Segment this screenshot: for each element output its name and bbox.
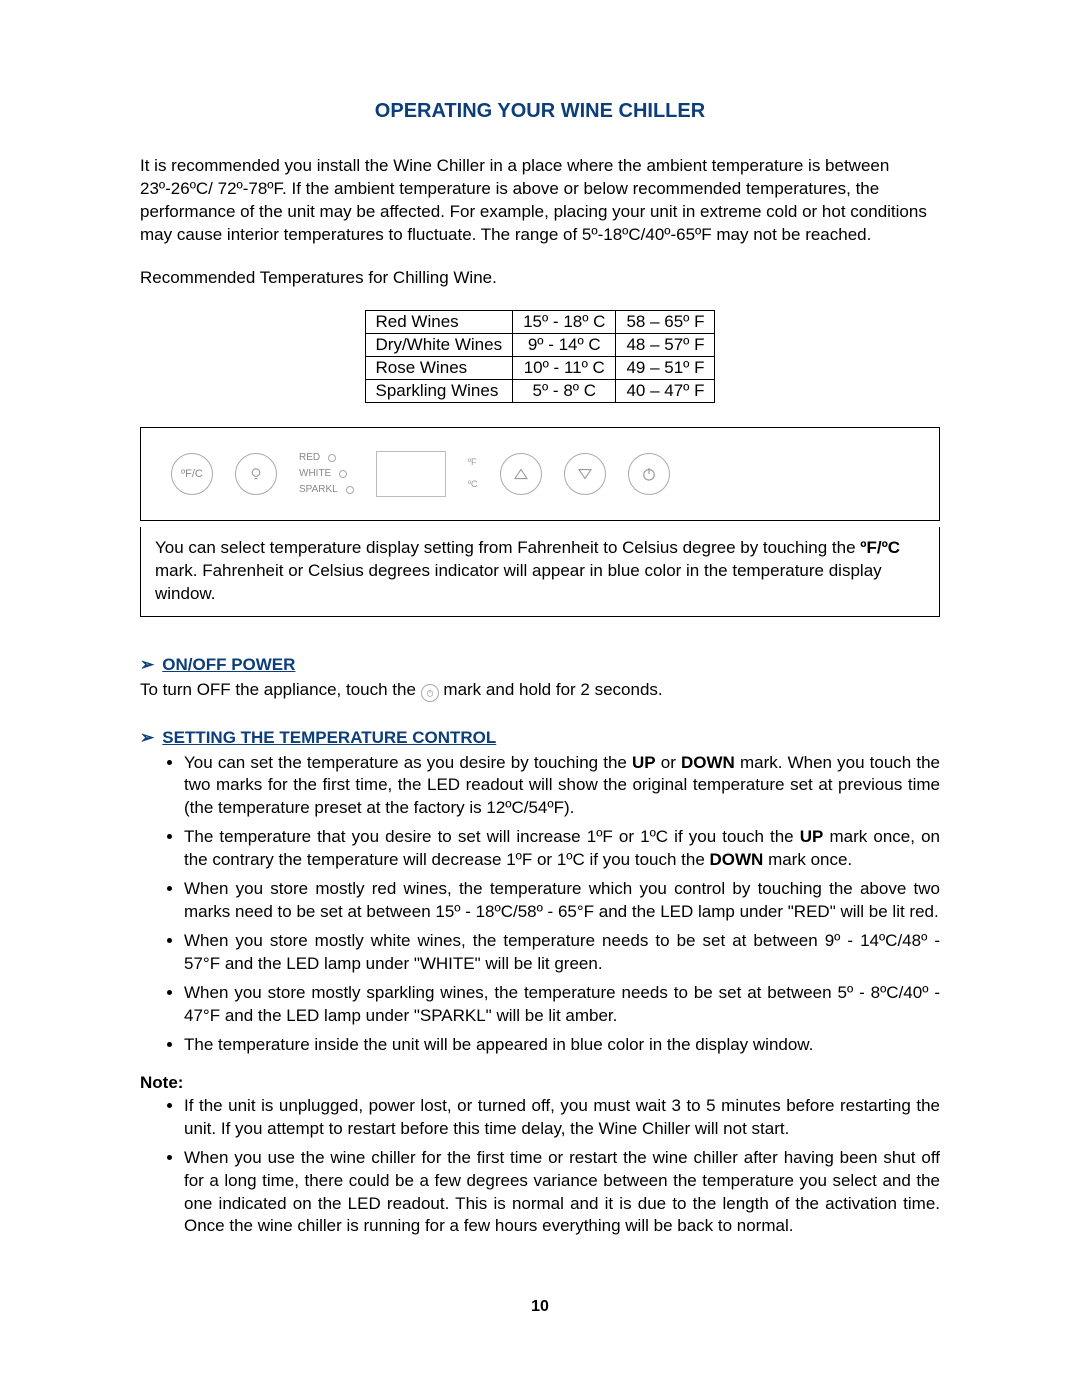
chevron-right-icon: ➢ xyxy=(140,728,154,747)
led-dot xyxy=(339,470,347,478)
list-item: When you store mostly white wines, the t… xyxy=(184,930,940,976)
triangle-down-icon xyxy=(576,465,594,483)
display-window xyxy=(376,451,446,497)
light-icon xyxy=(247,465,265,483)
note-label: Note: xyxy=(140,1073,940,1093)
led-indicators: RED WHITE SPARKL xyxy=(299,450,354,498)
table-row: Sparkling Wines5º - 8º C40 – 47º F xyxy=(365,379,715,402)
up-button xyxy=(500,453,542,495)
fc-button: ºF/C xyxy=(171,453,213,495)
temperature-table: Red Wines15º - 18º C58 – 65º F Dry/White… xyxy=(365,310,716,403)
list-item: When you store mostly sparkling wines, t… xyxy=(184,982,940,1028)
list-item: If the unit is unplugged, power lost, or… xyxy=(184,1095,940,1141)
led-dot xyxy=(328,454,336,462)
page-title: OPERATING YOUR WINE CHILLER xyxy=(140,100,940,123)
light-button xyxy=(235,453,277,495)
table-row: Dry/White Wines9º - 14º C48 – 57º F xyxy=(365,333,715,356)
setting-bullets: You can set the temperature as you desir… xyxy=(140,752,940,1057)
intro-paragraph: It is recommended you install the Wine C… xyxy=(140,155,940,247)
down-button xyxy=(564,453,606,495)
info-box: You can select temperature display setti… xyxy=(140,527,940,617)
list-item: The temperature inside the unit will be … xyxy=(184,1034,940,1057)
chevron-right-icon: ➢ xyxy=(140,655,154,674)
table-row: Red Wines15º - 18º C58 – 65º F xyxy=(365,310,715,333)
power-icon-inline xyxy=(421,684,439,702)
section-heading-onoff: ➢ON/OFF POWER xyxy=(140,655,940,675)
list-item: The temperature that you desire to set w… xyxy=(184,826,940,872)
power-button xyxy=(628,453,670,495)
degree-labels: ºF ºC xyxy=(468,452,478,495)
list-item: When you use the wine chiller for the fi… xyxy=(184,1147,940,1239)
table-row: Rose Wines10º - 11º C49 – 51º F xyxy=(365,356,715,379)
note-bullets: If the unit is unplugged, power lost, or… xyxy=(140,1095,940,1239)
power-icon xyxy=(640,465,658,483)
control-panel: ºF/C RED WHITE SPARKL ºF ºC xyxy=(140,427,940,521)
list-item: When you store mostly red wines, the tem… xyxy=(184,878,940,924)
triangle-up-icon xyxy=(512,465,530,483)
page-number: 10 xyxy=(140,1298,940,1316)
onoff-text: To turn OFF the appliance, touch the mar… xyxy=(140,679,940,702)
list-item: You can set the temperature as you desir… xyxy=(184,752,940,821)
recommended-line: Recommended Temperatures for Chilling Wi… xyxy=(140,267,940,290)
section-heading-setting: ➢SETTING THE TEMPERATURE CONTROL xyxy=(140,728,940,748)
led-dot xyxy=(346,486,354,494)
